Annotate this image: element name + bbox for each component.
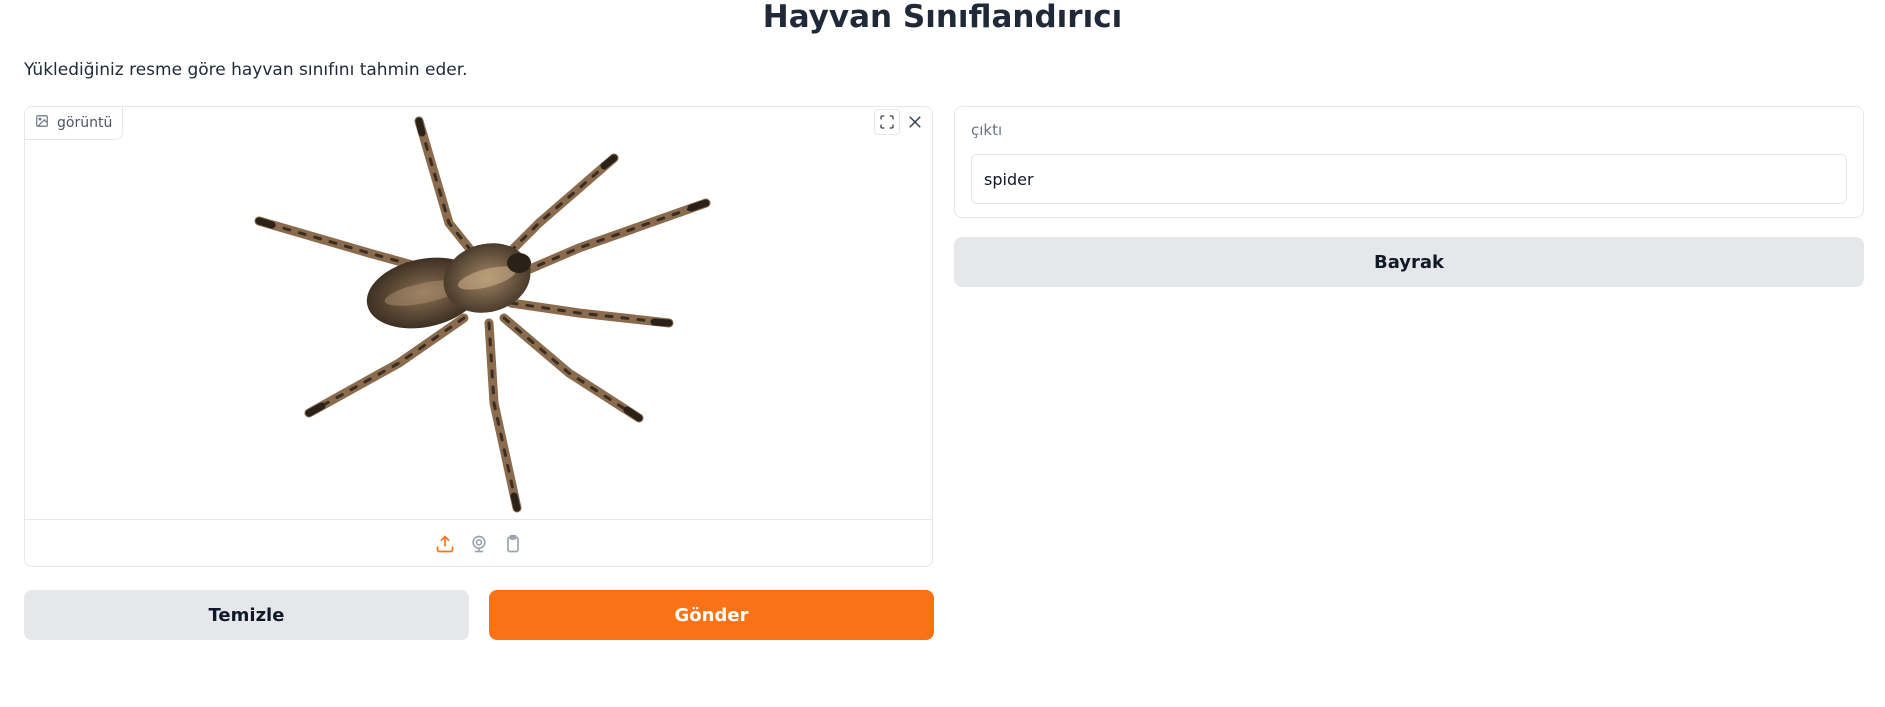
webcam-icon[interactable] (468, 533, 490, 555)
uploaded-image (25, 107, 932, 519)
fullscreen-icon[interactable] (874, 109, 900, 135)
image-input-panel[interactable]: görüntü (24, 106, 933, 567)
page-description: Yüklediğiniz resme göre hayvan sınıfını … (24, 60, 468, 80)
submit-button[interactable]: Gönder (489, 590, 934, 640)
output-textbox[interactable]: spider (971, 154, 1847, 204)
close-icon[interactable] (902, 109, 928, 135)
image-input-label-text: görüntü (57, 115, 113, 131)
clear-button[interactable]: Temizle (24, 590, 469, 640)
page-title: Hayvan Sınıflandırıcı (762, 0, 1123, 35)
spider-image (254, 116, 710, 513)
image-input-label: görüntü (25, 107, 124, 140)
output-panel: çıktı spider (954, 106, 1864, 218)
image-source-bar (25, 519, 932, 566)
upload-icon[interactable] (434, 533, 456, 555)
flag-button[interactable]: Bayrak (954, 237, 1864, 287)
clipboard-icon[interactable] (502, 533, 524, 555)
image-icon (35, 114, 49, 132)
output-label: çıktı (971, 121, 1003, 139)
